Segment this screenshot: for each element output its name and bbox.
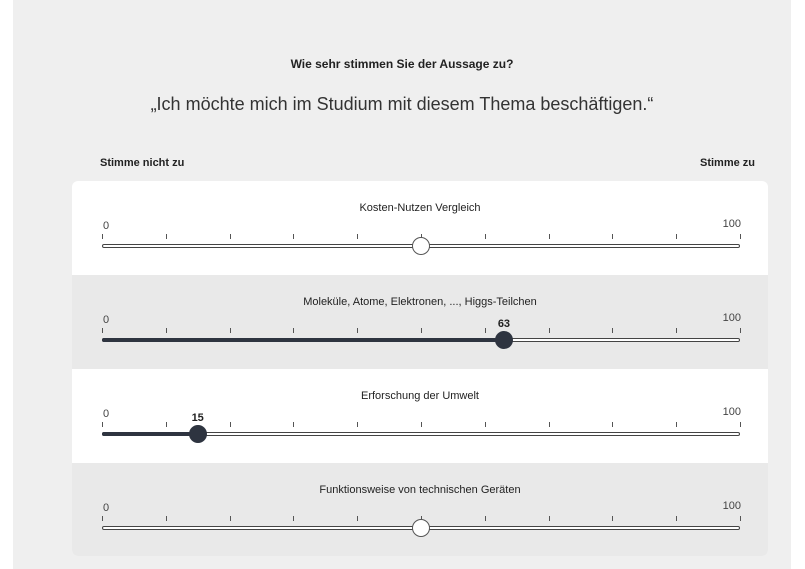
slider-row: Erforschung der Umwelt 0 100 15 [72,369,768,463]
slider-max-label: 100 [722,500,741,512]
slider-tick [357,234,359,239]
slider-tick [676,516,678,521]
slider-tick [676,328,678,333]
slider-max-label: 100 [722,406,741,418]
slider-row: Kosten-Nutzen Vergleich 0 100 [72,181,768,275]
slider-row: Moleküle, Atome, Elektronen, ..., Higgs-… [72,275,768,369]
slider-tick [484,328,486,333]
slider-row: Funktionsweise von technischen Geräten 0… [72,463,768,556]
slider-value-label: 63 [497,318,511,330]
scale-left-label: Stimme nicht zu [100,157,185,169]
slider-tick [293,328,295,333]
slider-tick [229,328,231,333]
scale-right-label: Stimme zu [699,157,755,169]
slider-min-label: 0 [103,314,110,326]
slider-tick [102,516,103,521]
slider-fill [102,338,504,342]
slider-tick [612,516,614,521]
slider-tick [357,422,359,427]
slider-max-label: 100 [722,312,741,324]
slider-tick [484,234,486,239]
slider-tick [102,234,103,239]
slider-tick [740,234,741,239]
slider-tick [102,422,103,427]
slider-tick [293,234,295,239]
slider-min-label: 0 [103,408,110,420]
slider-thumb[interactable] [494,331,513,349]
slider-tick [548,328,550,333]
slider-tick [421,328,422,333]
slider-tick [548,234,550,239]
slider-tick [165,422,167,427]
slider-tick [484,516,486,521]
slider-tick [165,328,167,333]
slider-tick [484,422,486,427]
slider-tick [612,328,614,333]
slider-fill [102,432,198,436]
slider-card: Kosten-Nutzen Vergleich 0 100 Moleküle, … [72,181,768,556]
slider-tick [548,516,550,521]
slider-title: Kosten-Nutzen Vergleich [359,202,481,214]
slider-ticks [102,328,741,336]
slider-tick [740,328,741,333]
slider-tick [676,422,678,427]
slider-max-label: 100 [722,218,741,230]
slider-thumb[interactable] [412,237,430,255]
slider-title: Erforschung der Umwelt [361,390,479,402]
slider-tick [165,234,167,239]
slider-tick [293,516,295,521]
slider-tick [676,234,678,239]
slider-tick [421,422,422,427]
slider-tick [357,328,359,333]
slider-tick [293,422,295,427]
slider-thumb[interactable] [412,519,430,537]
slider-tick [357,516,359,521]
slider-tick [102,328,103,333]
slider-tick [165,516,167,521]
slider-tick [612,234,614,239]
slider-title: Funktionsweise von technischen Geräten [319,484,521,496]
slider-tick [740,422,741,427]
slider-min-label: 0 [103,220,110,232]
slider-value-label: 15 [191,412,204,424]
slider-tick [229,234,231,239]
slider-tick [229,516,231,521]
slider-tick [229,422,231,427]
slider-tick [612,422,614,427]
statement-text: „Ich möchte mich im Studium mit diesem T… [150,94,654,114]
slider-min-label: 0 [103,502,110,514]
slider-thumb[interactable] [188,425,207,443]
slider-tick [740,516,741,521]
slider-title: Moleküle, Atome, Elektronen, ..., Higgs-… [303,296,537,308]
slider-tick [548,422,550,427]
question-heading: Wie sehr stimmen Sie der Aussage zu? [290,57,514,71]
